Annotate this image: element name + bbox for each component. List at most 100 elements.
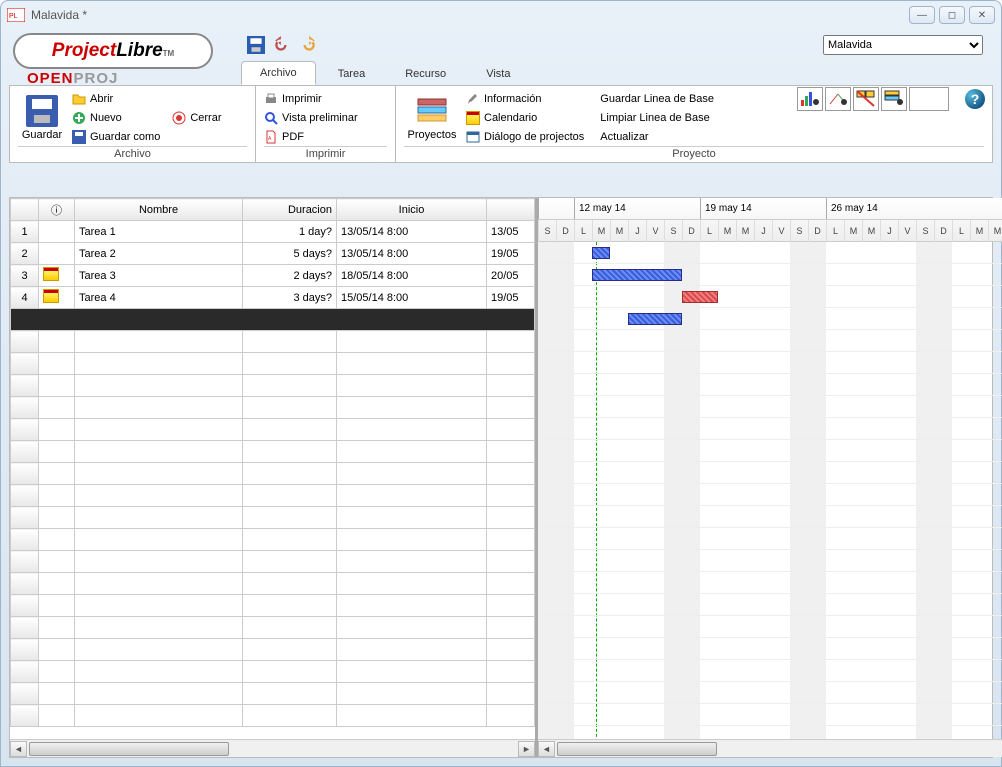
saveas-button[interactable]: Guardar como	[72, 129, 160, 146]
gantt-bar[interactable]	[682, 291, 718, 303]
table-row[interactable]	[11, 485, 535, 507]
table-row[interactable]	[11, 419, 535, 441]
clear-baseline-button[interactable]: Limpiar Linea de Base	[600, 110, 714, 127]
table-row[interactable]: 3Tarea 32 days?18/05/14 8:0020/05	[11, 265, 535, 287]
info-button[interactable]: Información	[466, 91, 584, 108]
task-grid[interactable]: ⓘ Nombre Duracion Inicio 1Tarea 11 day?1…	[10, 198, 535, 727]
day-header: M	[862, 220, 880, 242]
app-window: PL Malavida * — ◻ ✕ ProjectLibreTM OPENP…	[0, 0, 1002, 767]
day-header: D	[556, 220, 574, 242]
col-duracion[interactable]: Duracion	[243, 199, 337, 221]
logo: ProjectLibreTM OPENPROJ	[13, 33, 223, 81]
gantt-row[interactable]	[538, 308, 1002, 330]
week-header: 19 may 14	[700, 198, 826, 219]
gantt-row[interactable]	[538, 242, 1002, 264]
projects-label: Proyectos	[408, 129, 457, 141]
table-row[interactable]	[11, 639, 535, 661]
print-button[interactable]: Imprimir	[264, 91, 358, 108]
logo-part1: Project	[52, 40, 116, 61]
save-icon[interactable]	[247, 36, 265, 54]
window-title: Malavida *	[31, 8, 905, 22]
minimize-button[interactable]: —	[909, 6, 935, 24]
col-inicio[interactable]: Inicio	[337, 199, 487, 221]
day-header: L	[952, 220, 970, 242]
pdf-button[interactable]: APDF	[264, 129, 358, 146]
table-row[interactable]	[11, 551, 535, 573]
tab-vista[interactable]: Vista	[468, 63, 528, 85]
table-row[interactable]	[11, 661, 535, 683]
table-row[interactable]	[11, 617, 535, 639]
table-row[interactable]	[11, 441, 535, 463]
save-baseline-label: Guardar Linea de Base	[600, 93, 714, 105]
gantt-hscroll[interactable]: ◄ ►	[538, 739, 1002, 757]
gantt-row[interactable]	[538, 286, 1002, 308]
gantt-bar[interactable]	[592, 269, 682, 281]
day-header: S	[916, 220, 934, 242]
logo-sub2: PROJ	[74, 70, 119, 87]
gantt-row[interactable]	[538, 264, 1002, 286]
col-rownum[interactable]	[11, 199, 39, 221]
table-row[interactable]	[11, 463, 535, 485]
close-button[interactable]: ✕	[969, 6, 995, 24]
table-row[interactable]	[11, 375, 535, 397]
quick-toolbar	[247, 36, 317, 54]
update-button[interactable]: Actualizar	[600, 129, 714, 146]
day-header: D	[808, 220, 826, 242]
tab-tarea[interactable]: Tarea	[320, 63, 384, 85]
svg-text:PL: PL	[9, 13, 18, 20]
table-row[interactable]	[11, 705, 535, 727]
scroll-right-icon[interactable]: ►	[518, 741, 535, 757]
pdf-label: PDF	[282, 131, 304, 143]
grid-hscroll[interactable]: ◄ ►	[10, 739, 535, 757]
scroll-left-icon[interactable]: ◄	[10, 741, 27, 757]
redo-icon[interactable]	[299, 36, 317, 54]
day-header: M	[970, 220, 988, 242]
table-row[interactable]	[11, 595, 535, 617]
ribbon: Guardar Abrir Nuevo Guardar como Cerrar …	[9, 85, 993, 163]
col-indicator[interactable]: ⓘ	[39, 199, 75, 221]
close-file-button[interactable]: Cerrar	[172, 110, 221, 127]
table-row[interactable]	[11, 507, 535, 529]
col-nombre[interactable]: Nombre	[75, 199, 243, 221]
dialog-button[interactable]: Diálogo de projectos	[466, 129, 584, 146]
open-button[interactable]: Abrir	[72, 91, 160, 108]
calendar-button[interactable]: Calendario	[466, 110, 584, 127]
calendar-icon	[466, 111, 480, 125]
day-header: M	[736, 220, 754, 242]
content: ⓘ Nombre Duracion Inicio 1Tarea 11 day?1…	[9, 197, 993, 758]
day-header: S	[664, 220, 682, 242]
gantt-bar[interactable]	[628, 313, 682, 325]
table-row[interactable]: 2Tarea 25 days?13/05/14 8:0019/05	[11, 243, 535, 265]
gantt-pane: 12 may 1419 may 1426 may 14 SDLMMJVSDLMM…	[538, 198, 1002, 757]
gantt-hscroll-thumb[interactable]	[557, 742, 717, 756]
table-row[interactable]: 4Tarea 43 days?15/05/14 8:0019/05	[11, 287, 535, 309]
maximize-button[interactable]: ◻	[939, 6, 965, 24]
save-baseline-button[interactable]: Guardar Linea de Base	[600, 91, 714, 108]
app-icon: PL	[7, 8, 25, 22]
update-label: Actualizar	[600, 131, 648, 143]
project-selector[interactable]: Malavida	[823, 35, 983, 55]
table-row[interactable]	[11, 529, 535, 551]
gantt-scroll-left-icon[interactable]: ◄	[538, 741, 555, 757]
ribbon-imprimir-label: Imprimir	[264, 146, 387, 160]
table-row[interactable]: 1Tarea 11 day?13/05/14 8:0013/05	[11, 221, 535, 243]
saveas-label: Guardar como	[90, 131, 160, 143]
preview-button[interactable]: Vista preliminar	[264, 110, 358, 127]
tab-recurso[interactable]: Recurso	[387, 63, 464, 85]
new-button[interactable]: Nuevo	[72, 110, 160, 127]
table-row[interactable]	[11, 573, 535, 595]
col-fin[interactable]	[487, 199, 535, 221]
table-row[interactable]	[11, 397, 535, 419]
hscroll-thumb[interactable]	[29, 742, 229, 756]
projects-button[interactable]: Proyectos	[404, 90, 460, 146]
table-row[interactable]	[11, 331, 535, 353]
logo-tm: TM	[163, 49, 175, 58]
gantt-bar[interactable]	[592, 247, 610, 259]
table-row[interactable]	[11, 353, 535, 375]
table-row[interactable]	[11, 683, 535, 705]
save-button[interactable]: Guardar	[18, 90, 66, 146]
constraint-icon	[43, 289, 59, 303]
gantt-body[interactable]	[538, 242, 1002, 757]
tab-archivo[interactable]: Archivo	[241, 61, 316, 85]
undo-icon[interactable]	[273, 36, 291, 54]
